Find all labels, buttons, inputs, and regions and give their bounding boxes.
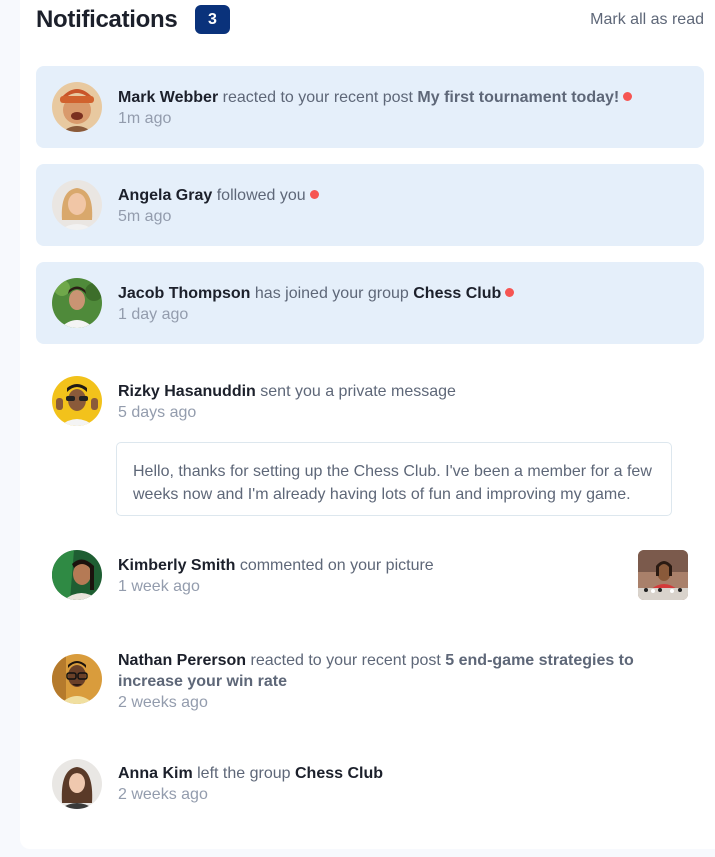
notification-item[interactable]: Mark Webber reacted to your recent post … <box>36 66 704 148</box>
group-link[interactable]: Chess Club <box>295 765 383 782</box>
user-name-link[interactable]: Nathan Pererson <box>118 652 246 669</box>
notification-action: followed you <box>216 187 306 204</box>
notification-time: 1 day ago <box>118 306 189 323</box>
mark-all-as-read-button[interactable]: Mark all as read <box>590 11 704 29</box>
unread-dot <box>505 288 515 297</box>
user-name-link[interactable]: Angela Gray <box>118 187 212 204</box>
notification-item[interactable]: Rizky Hasanuddin sent you a private mess… <box>36 360 704 525</box>
notification-time: 1 week ago <box>118 578 200 595</box>
chess-picture[interactable] <box>638 550 688 600</box>
unread-dot <box>623 92 633 101</box>
avatar-mark-webber[interactable] <box>52 82 102 132</box>
unread-count-badge: 3 <box>195 5 230 34</box>
notification-text: Angela Gray followed you 5m ago <box>118 185 684 227</box>
notification-text: Mark Webber reacted to your recent post … <box>118 87 684 129</box>
user-name-link[interactable]: Kimberly Smith <box>118 557 235 574</box>
notification-item[interactable]: Angela Gray followed you 5m ago <box>36 164 704 246</box>
notification-text: Jacob Thompson has joined your group Che… <box>118 283 684 325</box>
avatar-jacob-thompson[interactable] <box>52 278 102 328</box>
notification-item[interactable]: Jacob Thompson has joined your group Che… <box>36 262 704 344</box>
user-name-link[interactable]: Mark Webber <box>118 89 218 106</box>
notification-action: reacted to your recent post <box>250 652 441 669</box>
user-name-link[interactable]: Anna Kim <box>118 765 193 782</box>
notifications-header: Notifications 3 Mark all as read <box>36 4 704 36</box>
avatar-anna-kim[interactable] <box>52 759 102 809</box>
notification-action: has joined your group <box>254 285 409 302</box>
avatar-nathan-peterson[interactable] <box>52 654 102 704</box>
avatar-kimberly-smith[interactable] <box>52 550 102 600</box>
notification-time: 2 weeks ago <box>118 694 208 711</box>
notification-time: 5m ago <box>118 208 172 225</box>
notification-text: Kimberly Smith commented on your picture… <box>118 555 614 597</box>
notification-time: 1m ago <box>118 110 172 127</box>
notification-text: Rizky Hasanuddin sent you a private mess… <box>118 381 684 423</box>
notification-text: Anna Kim left the group Chess Club 2 wee… <box>118 763 684 805</box>
notification-action: reacted to your recent post <box>222 89 413 106</box>
post-link[interactable]: My first tournament today! <box>417 89 619 106</box>
group-link[interactable]: Chess Club <box>413 285 501 302</box>
unread-dot <box>309 190 319 199</box>
private-message[interactable]: Hello, thanks for setting up the Chess C… <box>116 442 672 516</box>
user-name-link[interactable]: Jacob Thompson <box>118 285 250 302</box>
notification-action: commented on your picture <box>239 557 434 574</box>
avatar-rizky-hasanuddin[interactable] <box>52 376 102 426</box>
notification-item[interactable]: Kimberly Smith commented on your picture… <box>36 534 704 616</box>
notification-time: 5 days ago <box>118 404 197 421</box>
notification-item[interactable]: Nathan Pererson reacted to your recent p… <box>36 629 704 729</box>
notification-time: 2 weeks ago <box>118 786 208 803</box>
notification-text: Nathan Pererson reacted to your recent p… <box>118 650 684 713</box>
page-title: Notifications <box>36 6 178 33</box>
notification-action: sent you a private message <box>260 383 456 400</box>
notification-item[interactable]: Anna Kim left the group Chess Club 2 wee… <box>36 742 704 824</box>
user-name-link[interactable]: Rizky Hasanuddin <box>118 383 256 400</box>
notification-action: left the group <box>197 765 291 782</box>
avatar-angela-gray[interactable] <box>52 180 102 230</box>
